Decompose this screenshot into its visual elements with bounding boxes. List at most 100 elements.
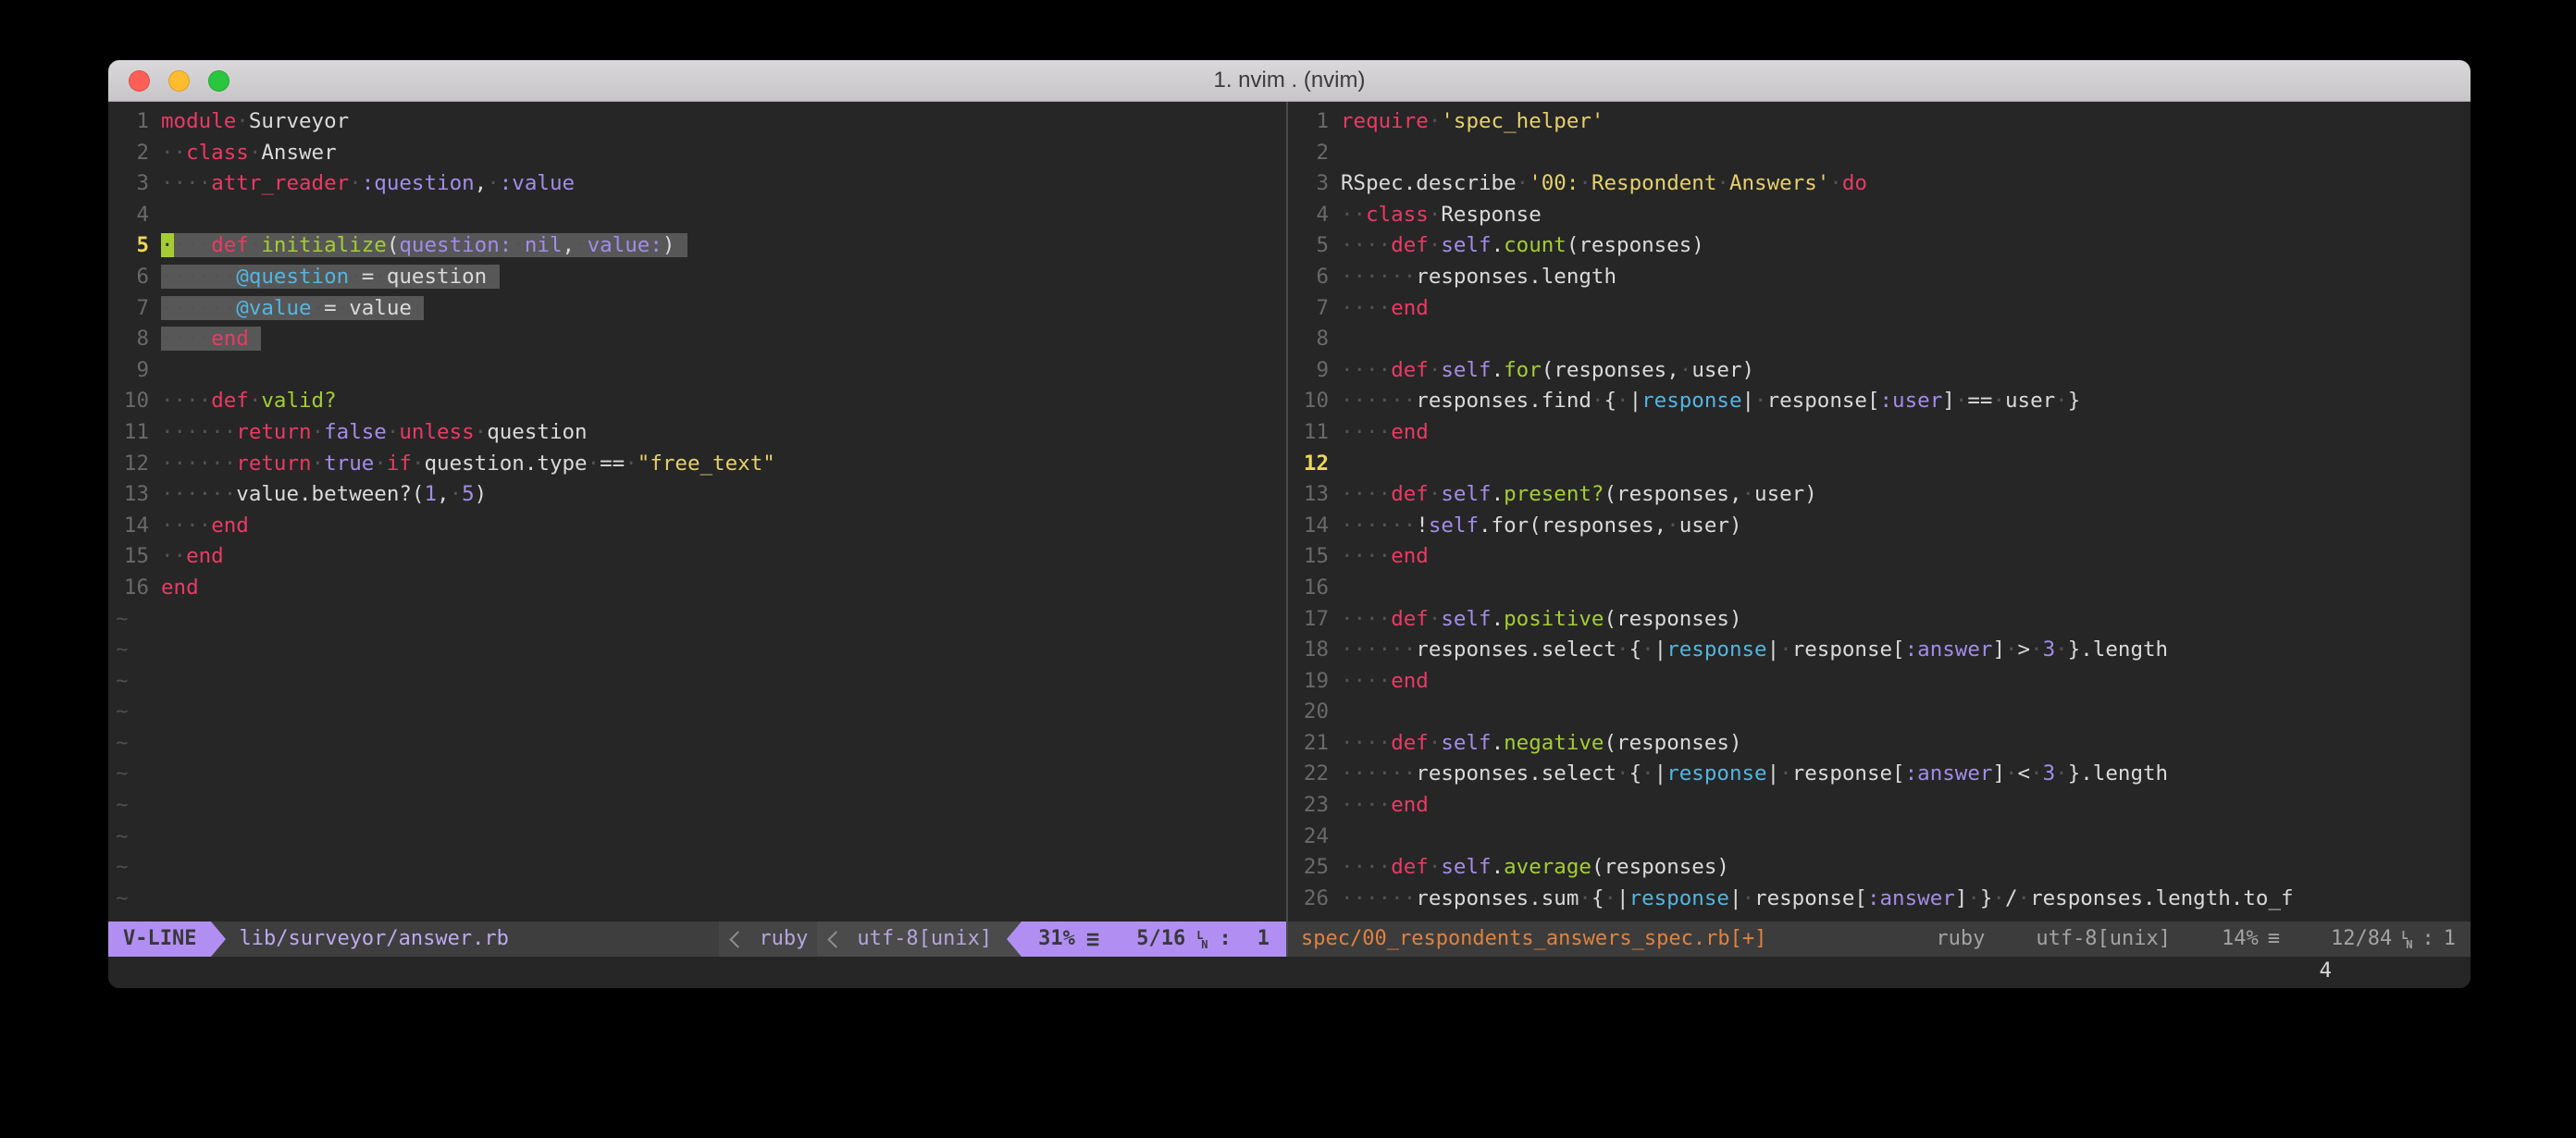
code-token: · — [588, 451, 601, 476]
code-line[interactable]: 3····attr_reader·:question,·:value — [108, 168, 1286, 200]
code-token: · — [1641, 637, 1654, 662]
code-token: | — [1629, 389, 1642, 413]
code-token: . — [1492, 855, 1505, 879]
code-text: ··end — [161, 544, 224, 568]
position-section: 31% ≡ 5/16 LN : 1 — [1022, 922, 1286, 957]
code-line[interactable]: 8 — [1288, 324, 2471, 355]
line-number: 6 — [108, 262, 149, 293]
close-button[interactable] — [129, 70, 150, 92]
code-line[interactable]: 21····def·self.negative(responses) — [1288, 728, 2471, 760]
code-lines-right[interactable]: 1require·'spec_helper'23RSpec.describe·'… — [1288, 102, 2471, 922]
statusline-left[interactable]: V-LINE lib/surveyor/answer.rb ruby utf-8… — [108, 922, 1286, 957]
statusline-right[interactable]: spec/00_respondents_answers_spec.rb[+] r… — [1288, 922, 2471, 957]
code-line[interactable]: 18······responses.select·{·|response|·re… — [1288, 635, 2471, 666]
code-token: def — [211, 389, 249, 413]
code-token: ···· — [1341, 731, 1391, 755]
code-token: user — [2005, 389, 2055, 413]
code-line[interactable]: 9····def·self.for(responses,·user) — [1288, 355, 2471, 387]
code-text: RSpec.describe·'00:·Respondent·Answers'·… — [1341, 171, 1867, 195]
code-line[interactable]: 16end — [108, 573, 1286, 604]
code-line[interactable]: 13····def·self.present?(responses,·user) — [1288, 479, 2471, 511]
line-number: 6 — [1288, 262, 1329, 293]
code-line[interactable]: 3RSpec.describe·'00:·Respondent·Answers'… — [1288, 168, 2471, 200]
line-number-icon: LN — [2401, 931, 2412, 950]
code-line[interactable]: 7····end — [1288, 293, 2471, 325]
code-line[interactable]: 14······!self.for(responses,·user) — [1288, 511, 2471, 542]
code-line[interactable]: 9 — [108, 355, 1286, 387]
code-line[interactable]: 13······value.between?(1,·5) — [108, 479, 1286, 511]
code-line[interactable]: 19····end — [1288, 666, 2471, 698]
code-line[interactable]: 2··class·Answer — [108, 138, 1286, 169]
code-line[interactable]: 26······responses.sum·{·|response|·respo… — [1288, 884, 2471, 915]
line-number: 10 — [108, 386, 149, 417]
code-line[interactable]: 7······@value·=·value — [108, 293, 1286, 325]
code-token: { — [1604, 389, 1616, 413]
code-line[interactable]: 11····end — [1288, 417, 2471, 449]
code-line[interactable]: 10····def·valid? — [108, 386, 1286, 417]
code-token: ······ — [1341, 513, 1416, 538]
code-token: · — [1517, 171, 1530, 195]
code-token: response[ — [1792, 761, 1905, 785]
code-line[interactable]: 5····def·initialize(question:·nil,·value… — [108, 230, 1286, 262]
code-token: . — [1492, 731, 1505, 755]
code-token: class — [186, 141, 249, 165]
code-text: ······responses.select·{·|response|·resp… — [1341, 637, 2168, 662]
code-token: ······ — [161, 451, 236, 476]
colon-separator: : — [1220, 922, 1232, 957]
code-token: attr_reader — [211, 171, 349, 195]
code-line[interactable]: 4 — [108, 200, 1286, 231]
code-line[interactable]: 8····end — [108, 324, 1286, 355]
code-token: · — [487, 171, 500, 195]
code-line[interactable]: 14····end — [108, 511, 1286, 542]
code-token: · — [475, 420, 488, 444]
code-token: ···· — [1341, 482, 1391, 506]
code-line[interactable]: 16 — [1288, 573, 2471, 604]
code-line[interactable]: 17····def·self.positive(responses) — [1288, 604, 2471, 636]
code-token: ······ — [1341, 389, 1416, 413]
code-line[interactable]: 6······responses.length — [1288, 262, 2471, 293]
pane-left: 1module·Surveyor2··class·Answer3····attr… — [108, 102, 1286, 957]
window-titlebar[interactable]: 1. nvim . (nvim) — [108, 60, 2471, 102]
code-token: · — [1742, 482, 1755, 506]
code-line[interactable]: 12······return·true·if·question.type·==·… — [108, 449, 1286, 480]
code-token: Response — [1441, 203, 1541, 227]
code-token: ···· — [161, 327, 211, 351]
code-line[interactable]: 15 ··end — [108, 541, 1286, 573]
code-token: · — [1429, 109, 1442, 133]
code-token: ······ — [161, 420, 236, 444]
zoom-button[interactable] — [208, 70, 229, 92]
code-text: ····end — [1341, 296, 1429, 320]
line-number: 17 — [1288, 604, 1329, 636]
code-line[interactable]: 23····end — [1288, 790, 2471, 822]
code-line[interactable]: 5····def·self.count(responses) — [1288, 230, 2471, 262]
minimize-button[interactable] — [168, 70, 190, 92]
code-line[interactable]: 2 — [1288, 138, 2471, 169]
code-line[interactable]: 1module·Surveyor — [108, 106, 1286, 138]
code-line[interactable]: 22······responses.select·{·|response|·re… — [1288, 759, 2471, 790]
code-line[interactable]: 12 — [1288, 449, 2471, 480]
code-token: · — [1429, 482, 1442, 506]
code-line[interactable]: 20 — [1288, 697, 2471, 728]
code-line[interactable]: 11······return·false·unless·question — [108, 417, 1286, 449]
code-token: · — [1429, 203, 1442, 227]
code-line[interactable]: 4··class·Response — [1288, 200, 2471, 231]
code-lines-left[interactable]: 1module·Surveyor2··class·Answer3····attr… — [108, 102, 1286, 922]
code-line[interactable]: 15····end — [1288, 541, 2471, 573]
code-token: · — [387, 420, 400, 444]
cursor-column: 1 — [2444, 922, 2456, 957]
code-line[interactable]: 24 — [1288, 822, 2471, 853]
code-token: Respondent — [1591, 171, 1716, 195]
tilde-marker: ~ — [116, 761, 129, 785]
code-token: | — [1767, 761, 1780, 785]
code-line[interactable]: 1require·'spec_helper' — [1288, 106, 2471, 138]
code-token: · — [1429, 731, 1442, 755]
code-line[interactable]: 10······responses.find·{·|response|·resp… — [1288, 386, 2471, 417]
code-text: ······return·true·if·question.type·==·"f… — [161, 451, 775, 476]
line-number: 15 — [108, 541, 149, 573]
code-token: :answer — [1867, 886, 1955, 910]
code-line[interactable]: 25····def·self.average(responses) — [1288, 852, 2471, 884]
empty-buffer-line: ~ — [108, 666, 1286, 698]
empty-buffer-line: ~ — [108, 759, 1286, 790]
code-line[interactable]: 6······@question·=·question — [108, 262, 1286, 293]
code-token: 1 — [424, 482, 437, 506]
